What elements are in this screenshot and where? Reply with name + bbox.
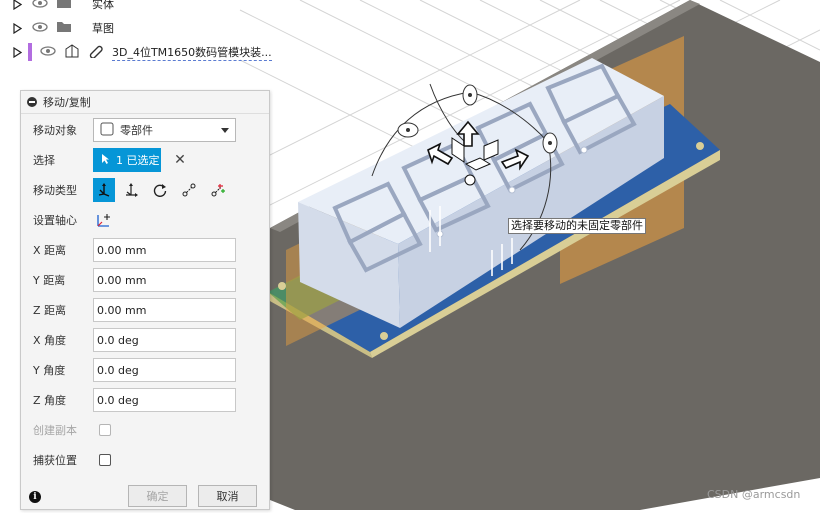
info-icon[interactable]: i [29,491,41,503]
selection-row: 选择 [33,147,93,173]
expand-triangle-icon[interactable] [10,45,24,59]
set-pivot-row: 设置轴心 [33,207,93,233]
folder-icon [56,0,72,12]
expand-triangle-icon[interactable] [10,21,24,35]
y-angle-field[interactable]: 0.0 deg [93,358,236,382]
rotate-type-button[interactable] [149,178,171,202]
x-distance-row: X 距离 [33,237,93,263]
browser-row-label: 3D_4位TM1650数码管模块装... [112,45,272,61]
x-distance-field[interactable]: 0.00 mm [93,238,236,262]
selection-count: 1 已选定 [116,154,160,167]
z-angle-label: Z 角度 [33,394,67,407]
free-move-handle[interactable] [464,174,476,186]
rotate-handle-icon[interactable] [397,122,419,138]
rotate-handle-icon[interactable] [542,132,558,154]
create-copy-checkbox[interactable] [99,424,111,436]
y-distance-field[interactable]: 0.00 mm [93,268,236,292]
eye-icon[interactable] [32,21,48,36]
move-type-label: 移动类型 [33,184,77,197]
move-type-row: 移动类型 [33,177,93,203]
chevron-down-icon [221,128,229,133]
capture-position-row: 捕获位置 [33,447,93,473]
create-copy-label: 创建副本 [33,424,77,437]
move-object-value: 零部件 [120,124,153,137]
capture-position-checkbox[interactable] [99,454,111,466]
z-distance-row: Z 距离 [33,297,93,323]
expand-triangle-icon[interactable] [10,0,24,11]
set-pivot-label: 设置轴心 [33,214,77,227]
rotate-handle-icon[interactable] [462,84,478,106]
z-angle-row: Z 角度 [33,387,93,413]
set-pivot-button[interactable] [93,208,115,232]
z-distance-field[interactable]: 0.00 mm [93,298,236,322]
point-to-point-icon [182,183,196,197]
ok-button[interactable]: 确定 [128,485,187,507]
y-angle-label: Y 角度 [33,364,66,377]
component-icon [64,43,80,62]
pivot-icon [97,214,110,227]
translate-type-button[interactable] [120,178,142,202]
browser-row-bodies[interactable]: 实体 [10,0,114,14]
translate-icon [126,183,138,197]
watermark: CSDN @armcsdn [707,488,801,501]
link-icon [88,44,104,61]
folder-icon [56,20,72,36]
point-to-position-icon [211,184,225,197]
browser-row-sketches[interactable]: 草图 [10,18,114,38]
x-angle-field[interactable]: 0.0 deg [93,328,236,352]
z-angle-field[interactable]: 0.0 deg [93,388,236,412]
selection-label: 选择 [33,154,55,167]
y-distance-label: Y 距离 [33,274,66,287]
y-distance-row: Y 距离 [33,267,93,293]
browser-row-component[interactable]: 3D_4位TM1650数码管模块装... [10,42,272,62]
z-distance-label: Z 距离 [33,304,67,317]
eye-icon[interactable] [32,0,48,12]
x-angle-row: X 角度 [33,327,93,353]
create-copy-row: 创建副本 [33,417,93,443]
collapse-icon[interactable] [27,97,37,107]
eye-icon[interactable] [40,45,56,60]
dialog-title: 移动/复制 [43,96,91,109]
browser-row-label: 实体 [92,0,114,11]
viewport-tooltip: 选择要移动的未固定零部件 [508,218,646,234]
cancel-button[interactable]: 取消 [198,485,257,507]
dialog-header[interactable]: 移动/复制 [21,91,269,114]
clear-selection-button[interactable]: ✕ [173,148,187,172]
x-angle-label: X 角度 [33,334,67,347]
point-to-point-button[interactable] [178,178,200,202]
x-distance-label: X 距离 [33,244,67,257]
capture-position-label: 捕获位置 [33,454,77,467]
component-icon [100,122,114,139]
cursor-icon [101,153,110,168]
browser-tree: 实体 草图 3D_4位TM1650数码管模块装... [0,0,300,64]
dialog-footer: i 确定 取消 [21,483,269,511]
move-object-row: 移动对象 [33,117,93,143]
selection-button[interactable]: 1 已选定 [93,148,161,172]
browser-row-label: 草图 [92,22,114,35]
free-move-icon [98,183,110,197]
active-component-marker [28,43,32,61]
y-angle-row: Y 角度 [33,357,93,383]
move-object-label: 移动对象 [33,124,77,137]
free-move-type-button[interactable] [93,178,115,202]
move-copy-dialog: 移动/复制 移动对象 零部件 选择 1 已选定 ✕ 移动类型 设置轴心 X 距离… [20,90,270,510]
move-object-dropdown[interactable]: 零部件 [93,118,236,142]
close-icon: ✕ [174,152,186,168]
rotate-icon [153,184,167,197]
point-to-position-button[interactable] [207,178,229,202]
